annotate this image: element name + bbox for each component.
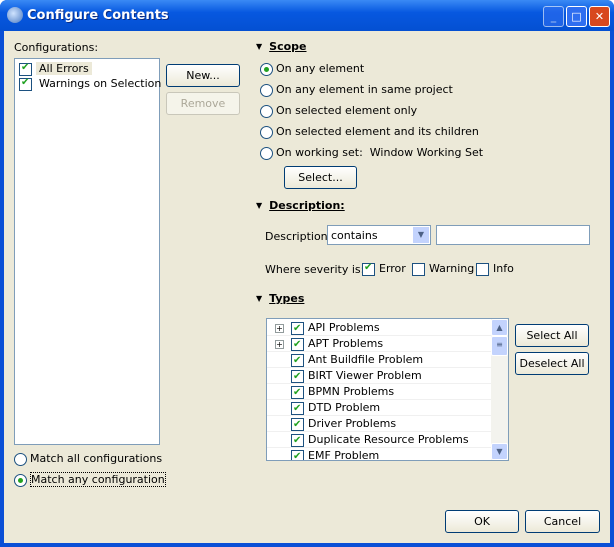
checkbox[interactable] bbox=[412, 262, 425, 276]
dialog-window: Configure Contents _ □ ✕ Configurations:… bbox=[0, 0, 614, 547]
type-item[interactable]: BIRT Viewer Problem bbox=[267, 368, 492, 385]
scope-same-project[interactable]: On any element in same project bbox=[260, 83, 453, 97]
checkbox[interactable] bbox=[291, 417, 304, 433]
combo-value: contains bbox=[331, 229, 378, 242]
checkbox[interactable] bbox=[291, 321, 304, 337]
maximize-button[interactable]: □ bbox=[566, 6, 587, 27]
type-label: APT Problems bbox=[308, 337, 384, 350]
checkbox[interactable] bbox=[19, 77, 32, 91]
new-button[interactable]: New... bbox=[166, 64, 240, 87]
checkbox[interactable] bbox=[291, 449, 304, 460]
severity-error-checkbox[interactable]: Error bbox=[362, 262, 406, 276]
description-combo[interactable]: contains ▼ bbox=[327, 225, 431, 245]
severity-label: Where severity is: bbox=[265, 263, 365, 276]
expand-icon[interactable]: + bbox=[275, 324, 284, 333]
configurations-list[interactable]: All Errors Warnings on Selection bbox=[14, 58, 161, 445]
radio[interactable] bbox=[260, 125, 273, 139]
close-button[interactable]: ✕ bbox=[589, 6, 610, 27]
scope-header[interactable]: Scope bbox=[256, 40, 306, 53]
type-label: Ant Buildfile Problem bbox=[308, 353, 424, 366]
radio[interactable] bbox=[260, 104, 273, 118]
label: On any element bbox=[276, 62, 365, 75]
type-label: BPMN Problems bbox=[308, 385, 395, 398]
match-all-radio[interactable]: Match all configurations bbox=[14, 452, 162, 466]
radio[interactable] bbox=[260, 146, 273, 160]
label: On selected element only bbox=[276, 104, 418, 117]
checkbox[interactable] bbox=[362, 262, 375, 276]
vertical-scrollbar[interactable]: ▲ ≡ ▼ bbox=[491, 319, 508, 460]
type-label: EMF Problem bbox=[308, 449, 380, 461]
type-item[interactable]: + API Problems bbox=[267, 320, 492, 337]
types-tree[interactable]: + API Problems + APT Problems Ant Buildfile … bbox=[266, 318, 509, 461]
checkbox[interactable] bbox=[291, 433, 304, 449]
scroll-thumb[interactable]: ≡ bbox=[491, 336, 508, 356]
label: Warning bbox=[429, 262, 475, 275]
minimize-button[interactable]: _ bbox=[543, 6, 564, 27]
checkbox[interactable] bbox=[291, 369, 304, 385]
description-header[interactable]: Description: bbox=[256, 199, 345, 212]
dialog-body: Configurations: All Errors Warnings on S… bbox=[4, 31, 610, 543]
config-label: Warnings on Selection bbox=[39, 77, 162, 90]
radio[interactable] bbox=[260, 62, 273, 76]
expand-icon[interactable]: + bbox=[275, 340, 284, 349]
description-text-input[interactable] bbox=[436, 225, 590, 245]
label: Info bbox=[493, 262, 514, 275]
select-all-button[interactable]: Select All bbox=[515, 324, 589, 347]
type-label: API Problems bbox=[308, 321, 380, 334]
type-item[interactable]: + APT Problems bbox=[267, 336, 492, 353]
scroll-down-button[interactable]: ▼ bbox=[491, 443, 508, 460]
config-item-warnings[interactable]: Warnings on Selection bbox=[19, 77, 164, 91]
checkbox[interactable] bbox=[19, 62, 32, 76]
scope-selected-children[interactable]: On selected element and its children bbox=[260, 125, 479, 139]
type-item[interactable]: DTD Problem bbox=[267, 400, 492, 417]
scope-selected-only[interactable]: On selected element only bbox=[260, 104, 417, 118]
label: Error bbox=[379, 262, 406, 275]
select-working-set-button[interactable]: Select... bbox=[284, 166, 357, 189]
configurations-label: Configurations: bbox=[14, 41, 99, 54]
checkbox[interactable] bbox=[291, 401, 304, 417]
type-item[interactable]: Driver Problems bbox=[267, 416, 492, 433]
match-any-radio[interactable]: Match any configuration bbox=[14, 472, 166, 487]
scope-working-set[interactable]: On working set: Window Working Set bbox=[260, 146, 483, 160]
label: Match all configurations bbox=[30, 452, 163, 465]
type-label: Driver Problems bbox=[308, 417, 397, 430]
radio[interactable] bbox=[14, 473, 27, 487]
label: On selected element and its children bbox=[276, 125, 479, 138]
working-set-name: Window Working Set bbox=[369, 146, 484, 159]
ok-button[interactable]: OK bbox=[445, 510, 519, 533]
app-logo-icon bbox=[7, 7, 23, 23]
types-header[interactable]: Types bbox=[256, 292, 304, 305]
radio[interactable] bbox=[14, 452, 27, 466]
type-item[interactable]: Duplicate Resource Problems bbox=[267, 432, 492, 449]
deselect-all-button[interactable]: Deselect All bbox=[515, 352, 589, 375]
severity-info-checkbox[interactable]: Info bbox=[476, 262, 514, 276]
radio[interactable] bbox=[260, 83, 273, 97]
type-item[interactable]: EMF Problem bbox=[267, 448, 492, 461]
label: On any element in same project bbox=[276, 83, 453, 96]
type-item[interactable]: BPMN Problems bbox=[267, 384, 492, 401]
type-item[interactable]: Ant Buildfile Problem bbox=[267, 352, 492, 369]
config-item-all-errors[interactable]: All Errors bbox=[19, 62, 92, 76]
cancel-button[interactable]: Cancel bbox=[525, 510, 600, 533]
scroll-up-button[interactable]: ▲ bbox=[491, 319, 508, 336]
type-label: Duplicate Resource Problems bbox=[308, 433, 469, 446]
remove-button[interactable]: Remove bbox=[166, 92, 240, 115]
config-label: All Errors bbox=[36, 62, 92, 75]
description-label: Description bbox=[265, 230, 328, 243]
checkbox[interactable] bbox=[291, 353, 304, 369]
chevron-down-icon[interactable]: ▼ bbox=[413, 227, 429, 243]
severity-warning-checkbox[interactable]: Warning bbox=[412, 262, 474, 276]
scope-any-element[interactable]: On any element bbox=[260, 62, 364, 76]
checkbox[interactable] bbox=[291, 337, 304, 353]
checkbox[interactable] bbox=[291, 385, 304, 401]
type-label: BIRT Viewer Problem bbox=[308, 369, 422, 382]
label: On working set: bbox=[276, 146, 363, 159]
label: Match any configuration bbox=[30, 472, 166, 487]
title-bar: Configure Contents _ □ ✕ bbox=[0, 0, 614, 31]
type-label: DTD Problem bbox=[308, 401, 381, 414]
window-title: Configure Contents bbox=[27, 8, 169, 23]
checkbox[interactable] bbox=[476, 262, 489, 276]
